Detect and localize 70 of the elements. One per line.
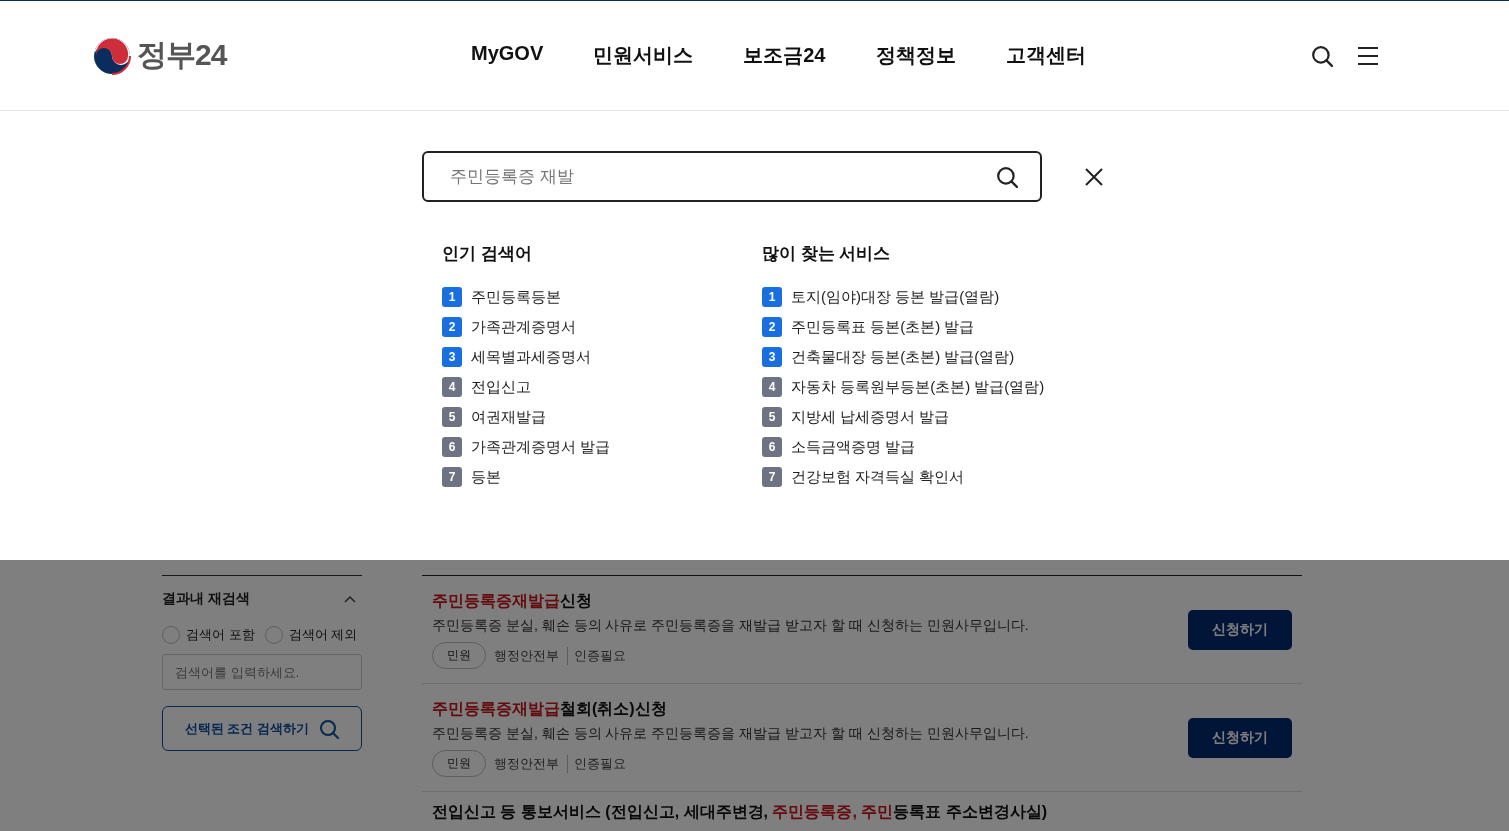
nav-link[interactable]: 보조금24 — [743, 42, 826, 69]
radio-button[interactable] — [162, 626, 180, 644]
rank-badge: 7 — [442, 467, 462, 487]
search-bar[interactable]: 주민등록증 재발 — [422, 151, 1042, 202]
search-icon — [1311, 44, 1333, 67]
rank-badge: 3 — [762, 347, 782, 367]
rank-badge: 6 — [762, 437, 782, 457]
nav-link[interactable]: 민원서비스 — [593, 42, 694, 69]
emblem-icon — [93, 36, 131, 75]
keyword-link[interactable]: 지방세 납세증명서 발급 — [791, 407, 950, 427]
apply-button[interactable]: 신청하기 — [1188, 718, 1292, 758]
nav-link[interactable]: 고객센터 — [1005, 42, 1086, 69]
rank-badge: 7 — [762, 467, 782, 487]
section-heading: 인기 검색어 — [442, 243, 533, 265]
keyword-link[interactable]: 건축물대장 등본(초본) 발급(열람) — [791, 347, 1015, 367]
radio-button[interactable] — [264, 626, 283, 644]
rank-badge: 1 — [762, 287, 782, 307]
agency-label: 행정안전부 — [494, 754, 559, 773]
auth-label: 인증필요 — [567, 646, 626, 665]
radio-label: 검색어 제외 — [288, 626, 358, 644]
auth-label: 인증필요 — [567, 754, 626, 773]
filter-title: 결과내 재검색 — [162, 590, 250, 608]
agency-label: 행정안전부 — [494, 646, 559, 665]
keyword-link[interactable]: 가족관계증명서 — [471, 317, 576, 337]
close-icon — [1084, 166, 1104, 187]
keyword-link[interactable]: 건강보험 자격득실 확인서 — [791, 467, 965, 487]
nav-link[interactable]: 정책정보 — [875, 42, 956, 69]
keyword-link[interactable]: 전입신고 — [471, 377, 531, 397]
search-icon — [996, 165, 1018, 188]
keyword-link[interactable]: 등본 — [471, 467, 501, 487]
keyword-link[interactable]: 여권재발급 — [471, 407, 546, 427]
keyword-link[interactable]: 소득금액증명 발급 — [791, 437, 916, 457]
rank-badge: 4 — [442, 377, 462, 397]
radio-label: 검색어 포함 — [186, 626, 255, 644]
apply-button[interactable]: 신청하기 — [1188, 610, 1292, 650]
collapse-button[interactable] — [344, 595, 356, 603]
result-title[interactable]: 전입신고 등 통보서비스 (전입신고, 세대주변경, 주민등록증, 주민등록표 주소변경사실) — [432, 803, 1292, 821]
search-field[interactable]: 검색어를 입력하세요. — [162, 654, 362, 690]
rank-badge: 5 — [762, 407, 782, 427]
search-button[interactable] — [1311, 44, 1333, 67]
result-title[interactable]: 주민등록증재발급철회(취소)신청 — [432, 699, 1188, 720]
rank-badge: 2 — [442, 317, 462, 337]
keyword-link[interactable]: 주민등록등본 — [471, 287, 561, 307]
search-input[interactable]: 주민등록증 재발 — [448, 165, 996, 188]
rank-badge: 3 — [442, 347, 462, 367]
keyword-link[interactable]: 주민등록표 등본(초본) 발급 — [791, 317, 975, 337]
keyword-link[interactable]: 가족관계증명서 발급 — [471, 437, 611, 457]
search-condition-button[interactable]: 선택된 조건 검색하기 — [162, 706, 362, 751]
close-button[interactable] — [1084, 166, 1104, 187]
rank-badge: 2 — [762, 317, 782, 337]
rank-badge: 6 — [442, 437, 462, 457]
result-description: 주민등록증 분실, 훼손 등의 사유로 주민등록증을 재발급 받고자 할 때 신청하는 민원사무입니다. — [432, 725, 1030, 743]
result-description: 주민등록증 분실, 훼손 등의 사유로 주민등록증을 재발급 받고자 할 때 신청하는 민원사무입니다. — [432, 617, 1030, 635]
keyword-link[interactable]: 자동차 등록원부등본(초본) 발급(열람) — [791, 377, 1045, 397]
result-title[interactable]: 주민등록증재발급신청 — [432, 591, 1188, 612]
rank-badge: 1 — [442, 287, 462, 307]
keyword-link[interactable]: 세목별과세증명서 — [471, 347, 591, 367]
nav-link[interactable]: MyGOV — [471, 42, 544, 69]
menu-button[interactable] — [1357, 45, 1379, 66]
category-tag: 민원 — [432, 642, 486, 669]
logo-text[interactable]: 정부24 — [137, 35, 227, 76]
category-tag: 민원 — [432, 750, 486, 777]
rank-badge: 4 — [762, 377, 782, 397]
search-icon — [319, 718, 340, 739]
chevron-icon — [344, 595, 356, 603]
rank-badge: 5 — [442, 407, 462, 427]
menu-icon — [1357, 45, 1379, 66]
section-heading: 많이 찾는 서비스 — [762, 243, 892, 265]
keyword-link[interactable]: 토지(임야)대장 등본 발급(열람) — [791, 287, 1000, 307]
search-button[interactable] — [996, 165, 1018, 188]
